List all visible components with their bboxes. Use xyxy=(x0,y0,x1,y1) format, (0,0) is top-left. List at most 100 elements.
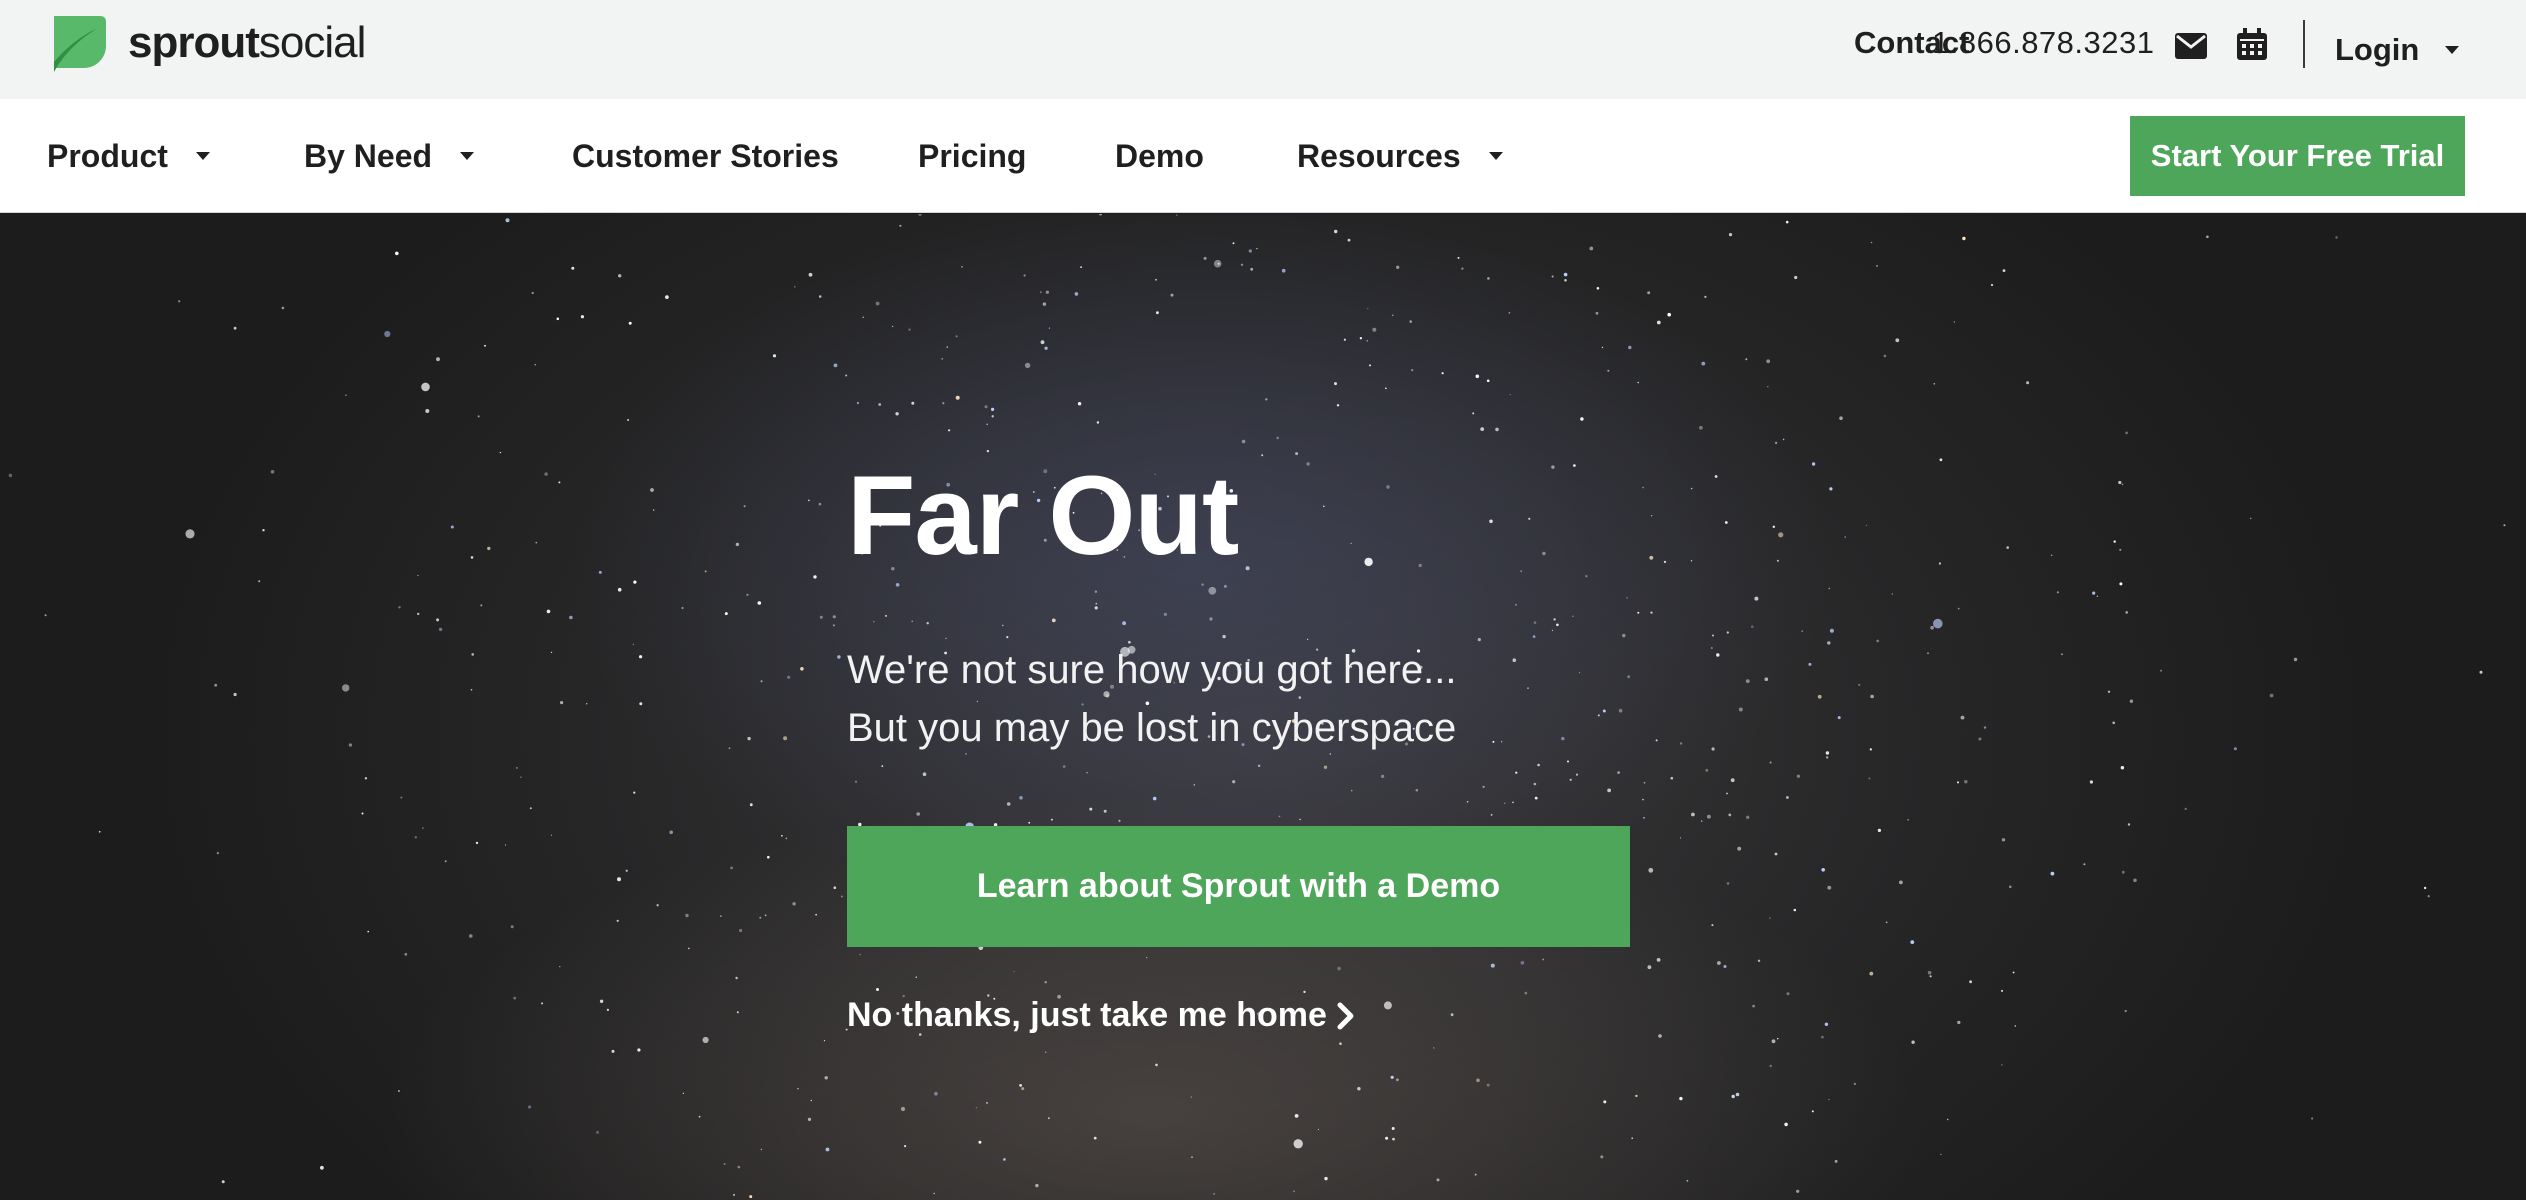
learn-demo-button[interactable]: Learn about Sprout with a Demo xyxy=(847,826,1630,947)
star xyxy=(2269,693,2274,698)
star xyxy=(1642,486,1644,489)
star xyxy=(531,291,534,295)
star xyxy=(1250,267,1254,271)
star xyxy=(1381,774,1385,779)
nav-item-demo[interactable]: Demo xyxy=(1115,99,1204,213)
star xyxy=(749,803,753,807)
star xyxy=(1637,611,1640,614)
star xyxy=(1307,638,1309,640)
star xyxy=(1642,798,1644,801)
star xyxy=(639,655,643,659)
star xyxy=(2160,669,2162,672)
nav-item-resources[interactable]: Resources xyxy=(1297,99,1503,213)
star xyxy=(2121,870,2125,874)
calendar-icon[interactable] xyxy=(2237,28,2267,60)
star xyxy=(404,952,408,956)
start-free-trial-button[interactable]: Start Your Free Trial xyxy=(2130,116,2465,196)
star xyxy=(487,546,491,551)
star xyxy=(1775,441,1778,444)
nav-item-by-need[interactable]: By Need xyxy=(304,99,475,213)
star xyxy=(633,791,636,794)
star xyxy=(1433,1047,1435,1049)
star xyxy=(1298,696,1302,699)
star xyxy=(438,627,443,632)
star xyxy=(1869,971,1874,976)
star xyxy=(1366,340,1368,342)
star xyxy=(1723,965,1727,968)
star xyxy=(1929,975,1932,978)
star xyxy=(2026,381,2030,385)
star xyxy=(1472,412,1475,415)
star xyxy=(616,919,619,922)
star xyxy=(1600,1155,1604,1159)
star xyxy=(560,701,564,705)
star xyxy=(1441,372,1444,375)
star xyxy=(1569,778,1572,781)
star xyxy=(1222,634,1226,639)
star xyxy=(833,886,837,889)
star xyxy=(1364,557,1373,567)
star xyxy=(1585,575,1588,578)
star xyxy=(422,827,424,829)
star xyxy=(1415,788,1419,792)
star xyxy=(1337,966,1341,971)
star xyxy=(1707,814,1711,819)
star xyxy=(941,358,944,360)
star xyxy=(1392,314,1394,317)
star xyxy=(1647,291,1651,295)
star xyxy=(757,601,762,605)
star xyxy=(1825,756,1829,759)
star xyxy=(1163,612,1167,616)
star xyxy=(1035,1183,1039,1188)
star xyxy=(414,836,417,839)
star xyxy=(1911,1040,1915,1044)
star xyxy=(1103,809,1107,813)
star xyxy=(1095,602,1098,605)
star xyxy=(818,502,822,506)
star xyxy=(1190,1096,1193,1098)
star xyxy=(469,934,473,938)
star xyxy=(772,354,777,358)
star xyxy=(617,587,622,592)
star xyxy=(650,488,654,492)
star xyxy=(900,1106,906,1112)
take-me-home-link[interactable]: No thanks, just take me home xyxy=(847,996,1357,1035)
star xyxy=(1933,383,1936,385)
star xyxy=(783,736,788,741)
star xyxy=(417,574,419,577)
star xyxy=(559,965,561,968)
sprout-social-logo[interactable]: sproutsocial xyxy=(50,10,366,76)
star xyxy=(1728,233,1733,237)
star xyxy=(1504,802,1506,804)
star xyxy=(1801,630,1803,632)
star xyxy=(785,837,788,840)
star xyxy=(2050,871,2055,876)
star xyxy=(1006,802,1011,806)
star xyxy=(2096,595,2099,597)
mail-icon[interactable] xyxy=(2175,33,2207,59)
star xyxy=(737,1165,741,1169)
star xyxy=(916,812,920,816)
star xyxy=(1745,358,1748,361)
star xyxy=(986,1102,988,1104)
star xyxy=(723,1163,726,1165)
star xyxy=(895,583,900,587)
star xyxy=(720,915,722,917)
star xyxy=(813,575,817,579)
star xyxy=(450,525,454,529)
nav-item-customer-stories[interactable]: Customer Stories xyxy=(572,99,839,213)
star xyxy=(1156,311,1159,315)
star xyxy=(1203,256,1207,260)
star xyxy=(1868,777,1871,780)
nav-item-pricing[interactable]: Pricing xyxy=(918,99,1026,213)
star xyxy=(1626,597,1628,599)
star xyxy=(1122,621,1126,626)
phone-link[interactable]: 1.866.878.3231 xyxy=(1932,25,2155,61)
star xyxy=(1825,751,1830,755)
login-menu[interactable]: Login xyxy=(2335,0,2460,99)
star xyxy=(1094,590,1098,593)
star xyxy=(991,407,995,411)
nav-item-product[interactable]: Product xyxy=(47,99,210,213)
star xyxy=(1334,229,1338,234)
star xyxy=(1323,505,1325,508)
